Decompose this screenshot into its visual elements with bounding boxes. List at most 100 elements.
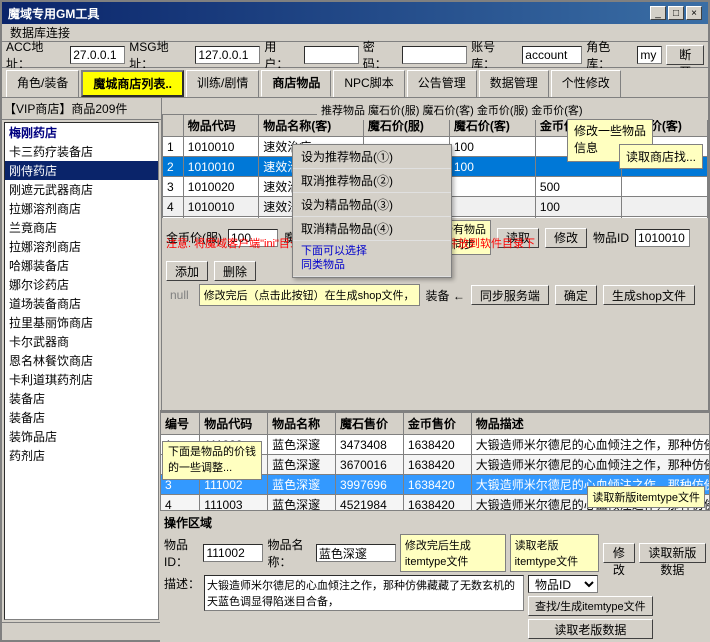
msg-input[interactable] (195, 46, 260, 64)
shop-list[interactable]: 梅刚药店 卡三药疗装备店 刚侍药店 刚遮元武器商店 拉娜溶剂商店 兰竟商店 拉娜… (4, 122, 159, 620)
sync-server-button[interactable]: 同步服务端 (471, 285, 549, 305)
pwd-label: 密码： (363, 38, 398, 72)
tab-train[interactable]: 训练/剧情 (186, 70, 259, 97)
list-item[interactable]: 装备店 (5, 408, 158, 427)
col-code: 物品代码 (183, 115, 258, 137)
shop-table-area: 推荐物品 魔石价(服) 魔石价(客) 金币价(服) 金币价(客) 物品代码 物品… (162, 98, 708, 308)
ctx-unrecommend[interactable]: 取消推荐物品(②) (293, 169, 451, 193)
list-item-selected[interactable]: 刚侍药店 (5, 161, 158, 180)
close-button[interactable]: × (686, 6, 702, 20)
tab-role[interactable]: 角色/装备 (6, 70, 79, 97)
minimize-button[interactable]: _ (650, 6, 666, 20)
db-input[interactable] (522, 46, 582, 64)
toolbar: ACC地址： MSG地址： 用户： 密码： 账号库： 角色库： 断开 (2, 42, 708, 68)
list-item[interactable]: 卡尔武器商 (5, 332, 158, 351)
user-input[interactable] (304, 46, 359, 64)
items-note: 下面是物品的价钱的一些调整... (162, 441, 262, 480)
op-desc-label: 描述： (164, 575, 200, 592)
op-item-name-label: 物品名称： (267, 536, 311, 570)
op-row1: 物品ID： 物品名称： 修改完后生成itemtype文件 读取老版itemtyp… (164, 534, 706, 572)
acc-input[interactable] (70, 46, 125, 64)
tab-shopitems[interactable]: 商店物品 (261, 70, 331, 97)
maximize-button[interactable]: □ (668, 6, 684, 20)
list-item[interactable]: 刚遮元武器商店 (5, 180, 158, 199)
op-item-id-input[interactable] (203, 544, 263, 562)
ctx-unpremium[interactable]: 取消精品物品(④) (293, 217, 451, 241)
tab-personal[interactable]: 个性修改 (551, 70, 621, 97)
op-sort-area: 物品ID 查找/生成itemtype文件 读取老版数据 (528, 575, 653, 622)
list-item[interactable]: 卡利道琪药剂店 (5, 370, 158, 389)
callout-read-shop: 读取商店找... (619, 144, 703, 169)
list-item[interactable]: 装备店 (5, 389, 158, 408)
col-desc: 物品描述 (471, 413, 708, 435)
bottom-section: 编号 物品代码 物品名称 魔石售价 金币售价 物品描述 1 111000 蓝色深… (162, 410, 708, 622)
op-item-id-label: 物品ID： (164, 536, 199, 570)
col-code: 物品代码 (200, 413, 268, 435)
null-text: null (166, 286, 193, 304)
list-item[interactable]: 卡三药疗装备店 (5, 142, 158, 161)
list-item[interactable]: 娜尔诊药店 (5, 275, 158, 294)
acc-label: ACC地址： (6, 38, 66, 72)
role-input[interactable] (637, 46, 662, 64)
list-item[interactable]: 哈娜装备店 (5, 256, 158, 275)
title-buttons: _ □ × (650, 6, 702, 20)
context-menu: 设为推荐物品(①) 取消推荐物品(②) 设为精品物品(③) 取消精品物品(④) … (292, 144, 452, 278)
table-header-note: 推荐物品 魔石价(服) 魔石价(客) 金币价(服) 金币价(客) (317, 100, 708, 120)
db-label: 账号库： (471, 38, 518, 72)
op-read-new-button[interactable]: 读取新版数据 (639, 543, 706, 563)
op-read-old-btn[interactable]: 读取老版数据 (528, 619, 653, 622)
list-item[interactable]: 恩名林餐饮商店 (5, 351, 158, 370)
tab-bar: 角色/装备 魔城商店列表.. 训练/剧情 商店物品 NPC脚本 公告管理 数据管… (2, 68, 708, 98)
list-item[interactable]: 拉里基丽饰商店 (5, 313, 158, 332)
tab-announce[interactable]: 公告管理 (407, 70, 477, 97)
tab-datamanage[interactable]: 数据管理 (479, 70, 549, 97)
col-gold-price: 金币售价 (403, 413, 471, 435)
tab-npc[interactable]: NPC脚本 (333, 70, 404, 97)
role-label: 角色库： (586, 38, 633, 72)
left-panel: 【VIP商店】商品209件 梅刚药店 卡三药疗装备店 刚侍药店 刚遮元武器商店 … (2, 98, 162, 622)
main-window: 魔域专用GM工具 _ □ × 数据库连接 ACC地址： MSG地址： 用户： 密… (0, 0, 710, 642)
title-bar: 魔域专用GM工具 _ □ × (2, 2, 708, 24)
callout-generate-itemtype: 修改完后生成itemtype文件 (400, 534, 506, 572)
tab-shoplist[interactable]: 魔城商店列表.. (81, 70, 184, 97)
items-table-area: 编号 物品代码 物品名称 魔石售价 金币售价 物品描述 1 111000 蓝色深… (162, 412, 708, 510)
window-title: 魔域专用GM工具 (8, 5, 99, 22)
equip-label: 装备 ← (426, 287, 465, 304)
pwd-input[interactable] (402, 46, 467, 64)
col-name: 物品名称 (268, 413, 336, 435)
ctx-recommend[interactable]: 设为推荐物品(①) (293, 145, 451, 169)
op-search-btn[interactable]: 查找/生成itemtype文件 (528, 596, 653, 616)
operation-area: 操作区域 物品ID： 物品名称： 修改完后生成itemtype文件 (162, 510, 708, 622)
msg-label: MSG地址： (129, 38, 191, 72)
user-label: 用户： (264, 38, 299, 72)
callout-modify2: 修改完后（点击此按钮）在生成shop文件， (199, 284, 420, 306)
ctx-selectsame[interactable]: 下面可以选择同类物品 (293, 241, 451, 277)
add-button[interactable]: 添加 (166, 261, 208, 281)
callout-read-old-itemtype: 读取老版itemtype文件 (510, 534, 599, 572)
list-item[interactable]: 装饰品店 (5, 427, 158, 446)
right-panel: 推荐物品 魔石价(服) 魔石价(客) 金币价(服) 金币价(客) 物品代码 物品… (162, 98, 708, 622)
confirm-button[interactable]: 确定 (555, 285, 597, 305)
delete-button[interactable]: 删除 (214, 261, 256, 281)
list-item[interactable]: 拉娜溶剂商店 (5, 237, 158, 256)
list-item[interactable]: 拉娜溶剂商店 (5, 199, 158, 218)
ctx-premium[interactable]: 设为精品物品(③) (293, 193, 451, 217)
list-item[interactable]: 兰竟商店 (5, 218, 158, 237)
main-content: 【VIP商店】商品209件 梅刚药店 卡三药疗装备店 刚侍药店 刚遮元武器商店 … (2, 98, 708, 622)
left-list-header: 【VIP商店】商品209件 (2, 98, 161, 120)
op-desc-textarea[interactable]: 大锻造师米尔德尼的心血倾注之作，那种仿佛藏藏了无数玄机的天蓝色调显得陷迷目合备， (204, 575, 524, 611)
op-modify-button[interactable]: 修改 (603, 543, 635, 563)
op-item-name-input[interactable] (316, 544, 396, 562)
col-no (163, 115, 184, 137)
generate-shop-button[interactable]: 生成shop文件 (603, 285, 695, 305)
col-no: 编号 (162, 413, 200, 435)
list-item[interactable]: 药剂店 (5, 446, 158, 465)
list-item[interactable]: 道场装备商店 (5, 294, 158, 313)
list-item[interactable]: 梅刚药店 (5, 123, 158, 142)
operation-label: 操作区域 (164, 514, 706, 531)
connect-button[interactable]: 断开 (666, 45, 704, 65)
col-ms-price: 魔石售价 (336, 413, 404, 435)
read-new-note: 读取新版itemtype文件 (587, 486, 705, 508)
op-sort-select[interactable]: 物品ID (528, 575, 598, 593)
op-row2: 描述： 大锻造师米尔德尼的心血倾注之作，那种仿佛藏藏了无数玄机的天蓝色调显得陷迷… (164, 575, 706, 622)
